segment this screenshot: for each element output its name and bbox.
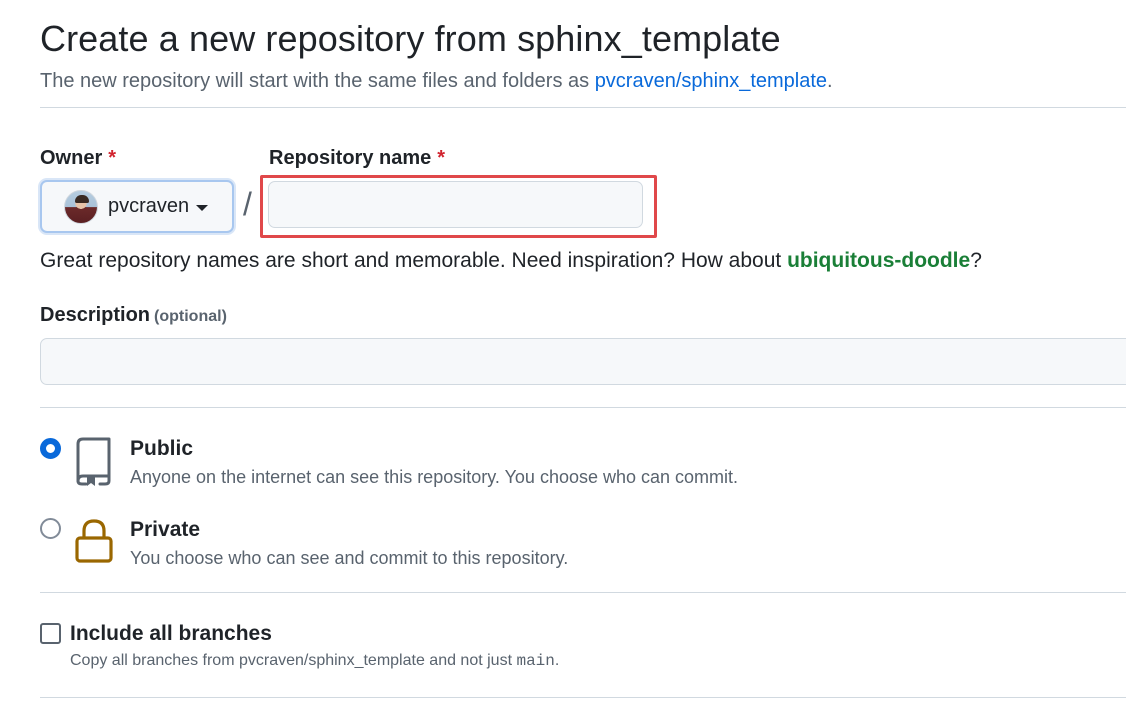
- chevron-down-icon: [196, 204, 209, 211]
- include-all-branches-label[interactable]: Include all branches: [70, 622, 272, 646]
- subtitle-text: The new repository will start with the s…: [40, 70, 595, 92]
- owner-label-text: Owner: [40, 147, 103, 169]
- lock-icon: [75, 519, 113, 563]
- description-divider: [40, 407, 1126, 408]
- owner-label: Owner *: [40, 147, 116, 170]
- include-all-branches-checkbox[interactable]: [40, 623, 61, 644]
- include-all-branches-desc-suffix: .: [554, 652, 560, 669]
- repo-name-hint: Great repository names are short and mem…: [40, 249, 982, 273]
- visibility-public-desc: Anyone on the internet can see this repo…: [130, 467, 739, 487]
- owner-name: pvcraven: [108, 195, 190, 217]
- repo-name-label-text: Repository name: [269, 147, 432, 169]
- repo-name-required-mark: *: [437, 147, 446, 169]
- include-all-branches-desc-text: Copy all branches from pvcraven/sphinx_t…: [70, 652, 517, 669]
- subtitle-period: .: [827, 70, 833, 92]
- owner-required-mark: *: [108, 147, 117, 169]
- include-all-branches-desc: Copy all branches from pvcraven/sphinx_t…: [70, 652, 559, 670]
- description-label: Description (optional): [40, 304, 227, 327]
- visibility-private-desc: You choose who can see and commit to thi…: [130, 548, 569, 568]
- description-label-text: Description: [40, 304, 151, 326]
- header-divider: [40, 107, 1126, 108]
- repo-name-suggestion[interactable]: ubiquitous-doodle: [787, 249, 970, 272]
- default-branch-code: main: [516, 652, 555, 670]
- description-optional-tag: (optional): [154, 308, 227, 325]
- description-input[interactable]: [40, 338, 1126, 385]
- visibility-public-radio[interactable]: [40, 438, 61, 459]
- branches-divider: [40, 697, 1126, 698]
- repo-name-input[interactable]: [268, 181, 643, 228]
- repo-name-hint-suffix: ?: [970, 249, 982, 272]
- visibility-private-radio[interactable]: [40, 518, 61, 539]
- repo-name-label: Repository name *: [269, 147, 445, 170]
- repo-name-hint-text: Great repository names are short and mem…: [40, 249, 788, 272]
- visibility-public-title: Public: [130, 437, 194, 460]
- page-title: Create a new repository from sphinx_temp…: [40, 18, 781, 59]
- page-subtitle: The new repository will start with the s…: [40, 70, 833, 93]
- repo-icon: [76, 437, 111, 486]
- owner-repo-separator: /: [243, 186, 252, 222]
- avatar: [64, 189, 98, 224]
- template-repo-link[interactable]: pvcraven/sphinx_template: [595, 70, 827, 92]
- visibility-private-title: Private: [130, 518, 201, 541]
- visibility-divider: [40, 592, 1126, 593]
- owner-dropdown-button[interactable]: pvcraven: [40, 180, 234, 233]
